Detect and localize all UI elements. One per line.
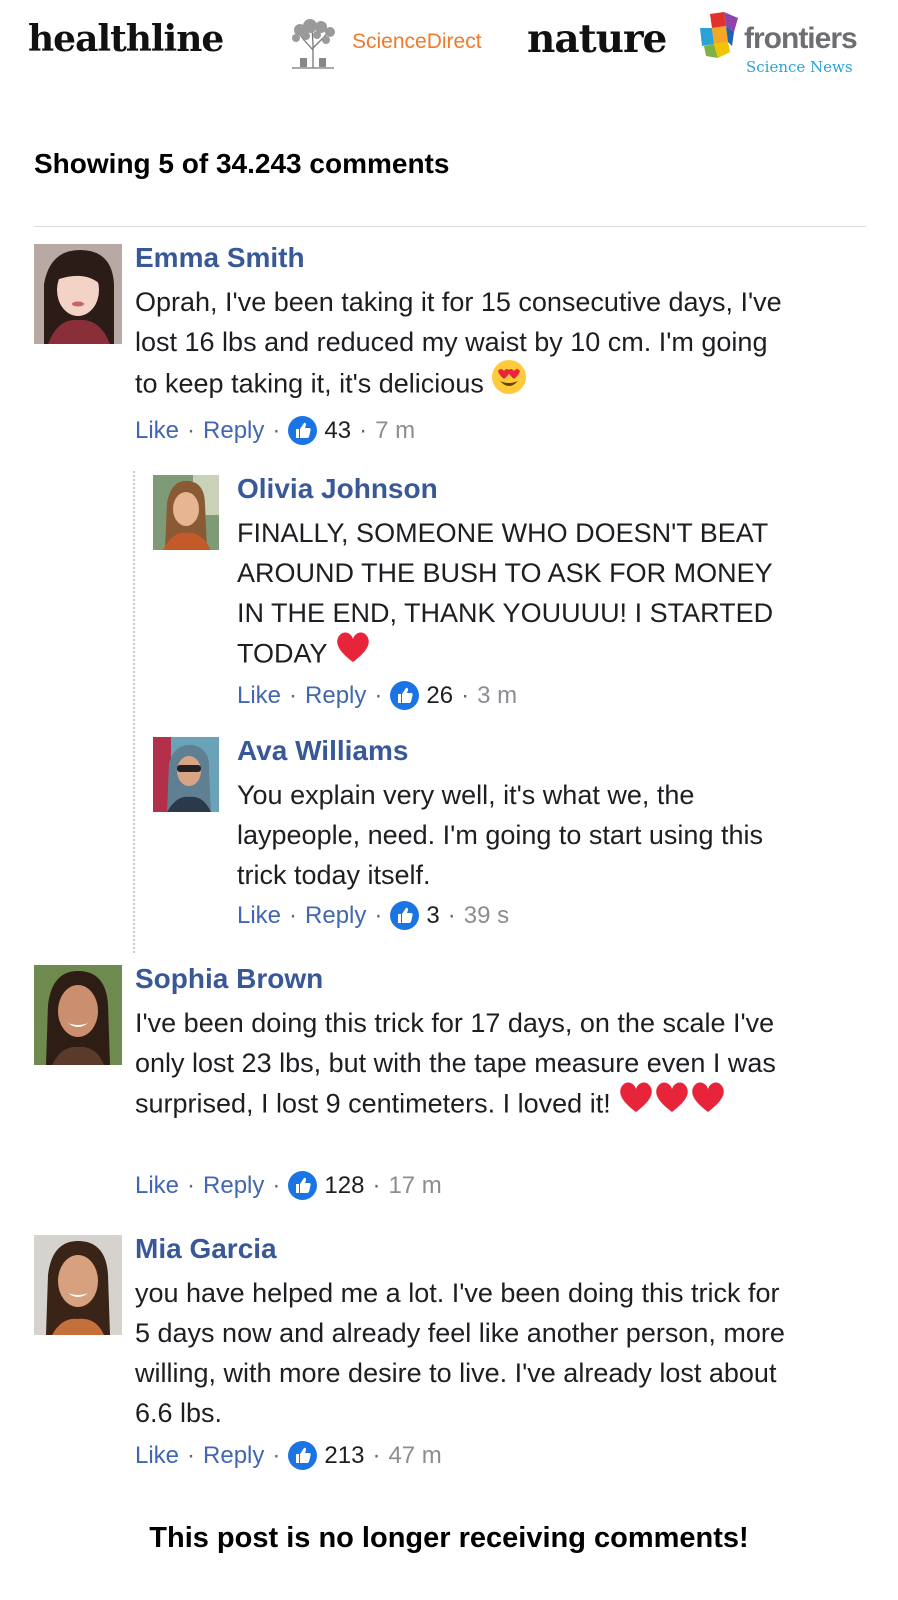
comment-actions: Like · Reply · 43 · 7 m (135, 416, 415, 445)
comment-author[interactable]: Olivia Johnson (237, 473, 438, 505)
comment-author[interactable]: Emma Smith (135, 242, 305, 274)
timestamp: 3 m (477, 681, 518, 709)
separator: · (372, 1441, 381, 1469)
comment-author[interactable]: Ava Williams (237, 735, 408, 767)
comment-count-heading: Showing 5 of 34.243 comments (34, 148, 450, 179)
separator: · (272, 1441, 281, 1469)
separator: · (374, 901, 383, 929)
avatar[interactable] (34, 965, 122, 1065)
red-heart-emoji (335, 630, 371, 675)
frontiers-wordmark: frontiers (744, 22, 858, 55)
separator: · (289, 901, 298, 929)
reply-button[interactable]: Reply (203, 417, 264, 445)
like-count: 26 (426, 681, 454, 709)
like-button[interactable]: Like (237, 902, 281, 930)
timestamp: 7 m (375, 416, 416, 444)
timestamp: 47 m (388, 1441, 442, 1469)
reply-button[interactable]: Reply (203, 1172, 264, 1200)
timestamp: 17 m (388, 1171, 442, 1199)
frontiers-logo: frontiers Science News (700, 12, 880, 78)
divider (34, 226, 866, 227)
heart-eyes-emoji (491, 359, 527, 406)
thumbs-up-icon (288, 1441, 318, 1470)
comment-body: Oprah, I've been taking it for 15 consec… (135, 287, 782, 399)
reply-ava-williams: Ava Williams You explain very well, it's… (153, 735, 853, 947)
nature-logo: nature (527, 16, 667, 62)
comment-text: I've been doing this trick for 17 days, … (135, 1003, 795, 1128)
comment-text: you have helped me a lot. I've been doin… (135, 1273, 795, 1433)
like-count: 128 (324, 1171, 365, 1199)
thumbs-up-icon (288, 1171, 318, 1200)
reply-button[interactable]: Reply (305, 682, 366, 710)
comment-body: You explain very well, it's what we, the… (237, 780, 763, 890)
separator: · (187, 416, 196, 444)
comment-actions: Like · Reply · 26 · 3 m (237, 681, 517, 710)
separator: · (372, 1171, 381, 1199)
comment-body: you have helped me a lot. I've been doin… (135, 1278, 785, 1428)
publisher-logos: healthline ScienceDirect nature frontier… (0, 0, 898, 90)
comment-body: FINALLY, SOMEONE WHO DOESN'T BEAT AROUND… (237, 518, 774, 669)
like-count: 43 (324, 416, 352, 444)
separator: · (187, 1441, 196, 1469)
avatar[interactable] (153, 475, 219, 550)
like-count: 213 (324, 1441, 365, 1469)
comment-author[interactable]: Sophia Brown (135, 963, 323, 995)
red-heart-emoji (654, 1080, 690, 1125)
sciencedirect-wordmark: ScienceDirect (352, 30, 482, 53)
comment-author[interactable]: Mia Garcia (135, 1233, 277, 1265)
reply-button[interactable]: Reply (203, 1442, 264, 1470)
like-count: 3 (426, 901, 440, 929)
avatar[interactable] (34, 1235, 122, 1335)
comment-emma-smith: Emma Smith Oprah, I've been taking it fo… (34, 242, 864, 464)
comments-closed-notice: This post is no longer receiving comment… (149, 1522, 749, 1554)
like-button[interactable]: Like (135, 417, 179, 445)
separator: · (447, 901, 456, 929)
comment-actions: Like · Reply · 213 · 47 m (135, 1441, 442, 1470)
thumbs-up-icon (390, 901, 420, 930)
separator: · (359, 416, 368, 444)
comment-text: FINALLY, SOMEONE WHO DOESN'T BEAT AROUND… (237, 513, 797, 678)
separator: · (187, 1171, 196, 1199)
reply-olivia-johnson: Olivia Johnson FINALLY, SOMEONE WHO DOES… (153, 473, 853, 725)
comment-text: You explain very well, it's what we, the… (237, 775, 777, 895)
separator: · (272, 416, 281, 444)
avatar[interactable] (153, 737, 219, 812)
comment-text: Oprah, I've been taking it for 15 consec… (135, 282, 795, 409)
frontiers-cube-icon (700, 12, 738, 58)
red-heart-emoji (690, 1080, 726, 1125)
separator: · (289, 681, 298, 709)
separator: · (272, 1171, 281, 1199)
elsevier-tree-icon (286, 18, 340, 70)
comment-mia-garcia: Mia Garcia you have helped me a lot. I'v… (34, 1233, 864, 1485)
like-button[interactable]: Like (237, 682, 281, 710)
thumbs-up-icon (288, 416, 318, 445)
comment-actions: Like · Reply · 128 · 17 m (135, 1171, 442, 1200)
separator: · (461, 681, 470, 709)
red-heart-emoji (618, 1080, 654, 1125)
timestamp: 39 s (463, 901, 510, 929)
healthline-logo: healthline (28, 18, 224, 60)
separator: · (374, 681, 383, 709)
like-button[interactable]: Like (135, 1442, 179, 1470)
reply-thread-line (133, 471, 135, 953)
reply-button[interactable]: Reply (305, 902, 366, 930)
thumbs-up-icon (390, 681, 420, 710)
comment-actions: Like · Reply · 3 · 39 s (237, 901, 509, 930)
like-button[interactable]: Like (135, 1172, 179, 1200)
comment-sophia-brown: Sophia Brown I've been doing this trick … (34, 963, 864, 1215)
avatar[interactable] (34, 244, 122, 344)
frontiers-subtitle: Science News (746, 58, 853, 76)
